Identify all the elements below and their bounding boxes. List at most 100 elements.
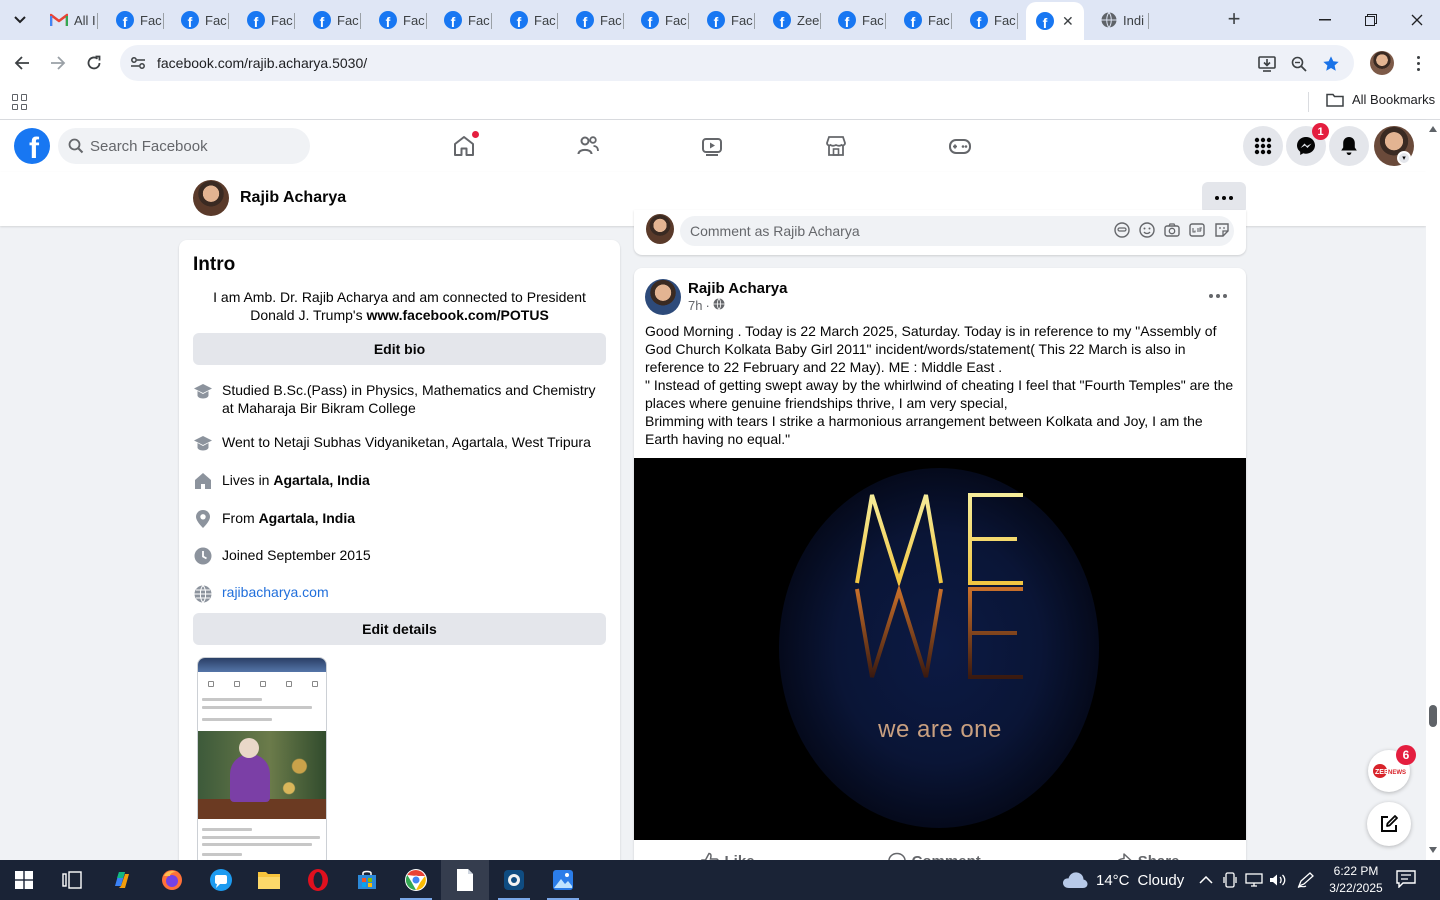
facebook-favicon-icon: f (904, 11, 922, 29)
emoji-icon[interactable] (1139, 222, 1155, 238)
zoom-icon[interactable] (1288, 53, 1310, 75)
taskbar-opera[interactable] (294, 860, 342, 900)
scrollbar-thumb[interactable] (1429, 705, 1437, 727)
task-view-button[interactable] (48, 860, 96, 900)
pen-icon[interactable] (1297, 872, 1315, 888)
taskbar-weather[interactable]: 14°C Cloudy (1062, 860, 1184, 900)
featured-line (202, 843, 312, 846)
browser-tab[interactable]: f Fac (697, 6, 755, 34)
scroll-up-arrow-icon[interactable] (1429, 126, 1437, 132)
site-info-icon[interactable] (128, 53, 148, 73)
clock-time: 6:22 PM (1333, 864, 1379, 878)
browser-tab[interactable]: f Fac (369, 6, 427, 34)
comment-input[interactable] (690, 216, 1090, 246)
start-button[interactable] (0, 860, 48, 900)
taskbar-firefox[interactable] (148, 860, 196, 900)
page-scrollbar[interactable] (1426, 120, 1440, 860)
website-link[interactable]: rajibacharya.com (222, 584, 329, 600)
bookmark-star-icon[interactable] (1320, 53, 1342, 75)
close-window-button[interactable] (1394, 0, 1440, 40)
taskbar-media-app[interactable] (490, 860, 538, 900)
browser-tab[interactable]: f Fac (960, 6, 1018, 34)
avatar-sticker-icon[interactable] (1114, 222, 1130, 238)
tray-device-icon[interactable] (1221, 872, 1239, 888)
comment-box[interactable] (680, 216, 1234, 246)
browser-profile-avatar[interactable] (1370, 51, 1394, 75)
post-options-button[interactable] (1206, 284, 1230, 308)
taskbar-clock[interactable]: 6:22 PM 3/22/2025 (1322, 863, 1390, 897)
taskbar-store[interactable] (343, 860, 391, 900)
browser-tab[interactable]: f Fac (434, 6, 492, 34)
taskbar-chrome[interactable] (392, 860, 440, 900)
minimize-button[interactable] (1302, 0, 1348, 40)
post-timestamp[interactable]: 7h (688, 298, 702, 313)
show-hidden-icons-button[interactable] (1197, 872, 1215, 888)
browser-tab[interactable]: All I (40, 6, 98, 34)
forward-button[interactable] (44, 49, 72, 77)
edit-details-button[interactable]: Edit details (193, 613, 606, 645)
browser-tab[interactable]: f Fac (828, 6, 886, 34)
facebook-logo-icon[interactable]: f (14, 128, 50, 164)
camera-icon[interactable] (1164, 222, 1180, 238)
gif-icon[interactable] (1189, 222, 1205, 238)
new-tab-button[interactable]: + (1222, 8, 1246, 32)
edit-bio-button[interactable]: Edit bio (193, 333, 606, 365)
facebook-search[interactable] (58, 128, 310, 164)
taskbar-app-chat[interactable] (197, 860, 245, 900)
browser-tab[interactable]: f Fac (303, 6, 361, 34)
featured-line (202, 706, 312, 709)
taskbar-copilot[interactable] (98, 860, 146, 900)
post-author-avatar[interactable] (645, 279, 681, 315)
browser-tab[interactable]: f Fac (631, 6, 689, 34)
browser-tab[interactable]: f Fac (237, 6, 295, 34)
reload-button[interactable] (80, 49, 108, 77)
featured-photo[interactable] (197, 657, 327, 867)
scroll-down-arrow-icon[interactable] (1429, 847, 1437, 853)
bio-link[interactable]: www.facebook.com/POTUS (366, 307, 548, 323)
tab-search-button[interactable] (6, 6, 34, 34)
post-image[interactable]: we are one (634, 458, 1246, 840)
comment-avatar[interactable] (646, 214, 674, 244)
profile-avatar[interactable] (193, 180, 229, 216)
close-tab-icon[interactable]: ✕ (1062, 13, 1074, 30)
browser-tab-active[interactable]: f ✕ (1026, 2, 1084, 40)
from-place[interactable]: Agartala, India (259, 510, 355, 526)
post-author-name[interactable]: Rajib Acharya (688, 280, 788, 297)
notification-center-button[interactable] (1396, 870, 1418, 890)
browser-tab[interactable]: f Fac (500, 6, 558, 34)
firefox-icon (162, 870, 182, 890)
nav-friends-tab[interactable] (532, 120, 644, 172)
apps-grid-icon[interactable] (12, 94, 28, 110)
restore-button[interactable] (1348, 0, 1394, 40)
address-bar[interactable]: facebook.com/rajib.acharya.5030/ (120, 45, 1354, 81)
browser-menu-button[interactable] (1408, 50, 1428, 76)
bell-icon (1341, 137, 1357, 155)
all-bookmarks-button[interactable]: All Bookmarks (1326, 92, 1435, 107)
nav-home-tab[interactable] (408, 120, 520, 172)
browser-tab[interactable]: f Fac (566, 6, 624, 34)
sticker-icon[interactable] (1214, 222, 1230, 238)
nav-marketplace-tab[interactable] (780, 120, 892, 172)
notifications-button[interactable] (1329, 126, 1369, 166)
taskbar-notepad[interactable] (441, 860, 489, 900)
browser-tab[interactable]: Indi (1091, 6, 1149, 34)
search-input[interactable] (90, 128, 300, 164)
menu-button[interactable] (1243, 126, 1283, 166)
profile-name[interactable]: Rajib Acharya (240, 189, 346, 207)
back-button[interactable] (8, 49, 36, 77)
lives-in-place[interactable]: Agartala, India (273, 472, 369, 488)
browser-tab[interactable]: f Fac (894, 6, 952, 34)
nav-video-tab[interactable] (656, 120, 768, 172)
volume-icon[interactable] (1269, 872, 1287, 888)
home-notification-dot (472, 131, 479, 138)
network-icon[interactable] (1245, 872, 1263, 888)
install-app-icon[interactable] (1256, 53, 1278, 75)
tab-separator (163, 13, 164, 29)
browser-tab[interactable]: f Zee (763, 6, 821, 34)
browser-tab[interactable]: f Fac (106, 6, 164, 34)
new-message-button[interactable] (1367, 802, 1411, 846)
nav-gaming-tab[interactable] (904, 120, 1016, 172)
taskbar-photos[interactable] (539, 860, 587, 900)
browser-tab[interactable]: f Fac (171, 6, 229, 34)
taskbar-file-explorer[interactable] (245, 860, 293, 900)
